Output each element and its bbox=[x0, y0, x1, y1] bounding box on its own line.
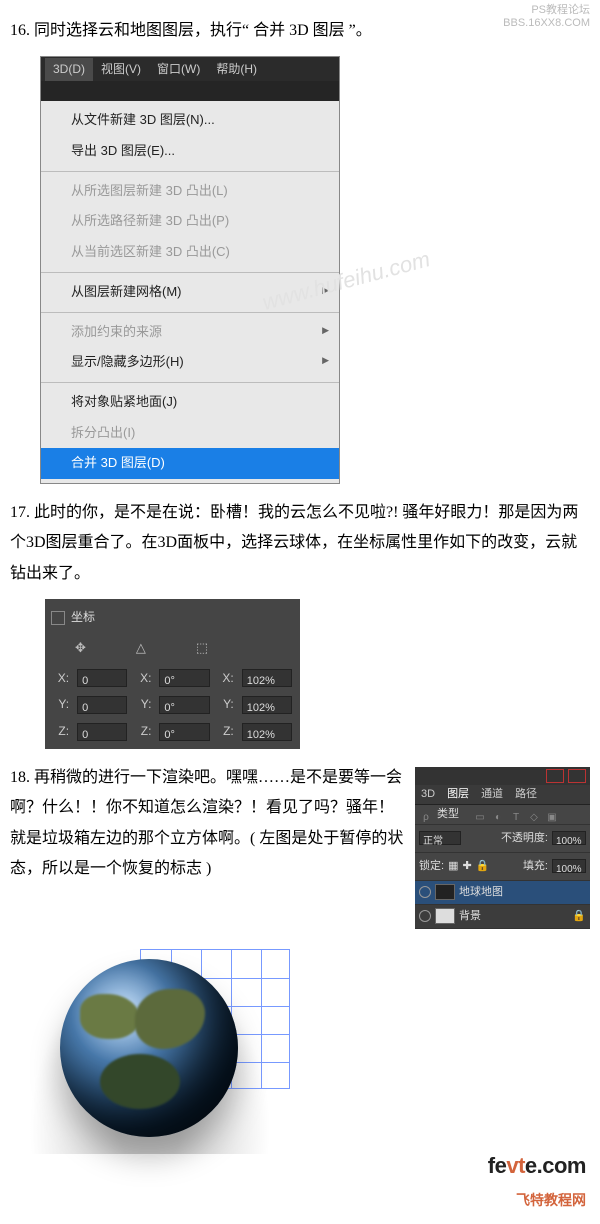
filter-adjust-icon[interactable]: ◐ bbox=[491, 808, 505, 822]
layers-panel: 3D 图层 通道 路径 ρ 类型 ▭ ◐ T ◇ ▣ 正常 不透明度: 100%… bbox=[415, 767, 590, 929]
z-label: Z: bbox=[53, 720, 69, 743]
lock-label: 锁定: bbox=[419, 856, 444, 877]
blend-row: 正常 不透明度: 100% bbox=[415, 825, 590, 853]
menu-item-export-3d[interactable]: 导出 3D 图层(E)... bbox=[41, 136, 339, 167]
coords-row-y: Y: 0 Y: 0° Y: 102% bbox=[49, 691, 296, 718]
lock-position-icon[interactable]: ✚ bbox=[462, 856, 471, 877]
menu-item-split-extrude: 拆分凸出(I) bbox=[41, 418, 339, 449]
coords-title-label: 坐标 bbox=[71, 606, 95, 629]
menu-bar-help[interactable]: 帮助(H) bbox=[208, 58, 265, 81]
earth-globe bbox=[60, 959, 238, 1137]
y-pos-field[interactable]: 0 bbox=[77, 696, 127, 714]
z-rot-label: Z: bbox=[135, 720, 151, 743]
layer-name: 地球地图 bbox=[459, 882, 503, 903]
render-icon[interactable] bbox=[546, 769, 564, 783]
tab-layers[interactable]: 图层 bbox=[441, 784, 475, 805]
eye-icon[interactable] bbox=[419, 886, 431, 898]
tab-3d[interactable]: 3D bbox=[415, 784, 441, 805]
menu-item-merge-3d-layers[interactable]: 合并 3D 图层(D) bbox=[41, 448, 339, 479]
opacity-label: 不透明度: bbox=[501, 828, 548, 849]
lock-pixels-icon[interactable]: ▦ bbox=[448, 856, 458, 877]
lock-icon: 🔒 bbox=[572, 906, 586, 927]
trash-icon[interactable] bbox=[568, 769, 586, 783]
layers-top-icons bbox=[415, 767, 590, 785]
brand-suffix: e bbox=[525, 1153, 537, 1178]
tab-paths[interactable]: 路径 bbox=[509, 784, 543, 805]
layer-name: 背景 bbox=[459, 906, 481, 927]
fill-field[interactable]: 100% bbox=[552, 859, 586, 873]
menu-item-show-hide-poly[interactable]: 显示/隐藏多边形(H) bbox=[41, 347, 339, 378]
coords-panel: 坐标 ✥ △ ⬚ X: 0 X: 0° X: 102% Y: 0 Y: 0° Y… bbox=[45, 599, 300, 749]
watermark-line2: BBS.16XX8.COM bbox=[503, 17, 590, 30]
y-scale-label: Y: bbox=[218, 693, 234, 716]
z-scale-label: Z: bbox=[218, 720, 234, 743]
layers-filter: ρ 类型 ▭ ◐ T ◇ ▣ bbox=[415, 805, 590, 825]
brand-name: fevte.com bbox=[488, 1145, 586, 1187]
watermark-line1: PS教程论坛 bbox=[503, 4, 590, 17]
menu-bar-view[interactable]: 视图(V) bbox=[93, 58, 149, 81]
coords-title: 坐标 bbox=[49, 603, 296, 632]
coords-row-z: Z: 0 Z: 0° Z: 102% bbox=[49, 718, 296, 745]
lock-all-icon[interactable]: 🔒 bbox=[476, 856, 490, 877]
x-label: X: bbox=[53, 667, 69, 690]
layer-thumb bbox=[435, 884, 455, 900]
filter-shape-icon[interactable]: ◇ bbox=[527, 808, 541, 822]
menu-body: 从文件新建 3D 图层(N)... 导出 3D 图层(E)... 从所选图层新建… bbox=[41, 101, 339, 483]
menu-item-new-from-file[interactable]: 从文件新建 3D 图层(N)... bbox=[41, 105, 339, 136]
x-scale-field[interactable]: 102% bbox=[242, 669, 292, 687]
menu-item-snap-to-ground[interactable]: 将对象贴紧地面(J) bbox=[41, 387, 339, 418]
scale-icon: ⬚ bbox=[196, 636, 208, 661]
brand-prefix: fe bbox=[488, 1153, 507, 1178]
menu-item-add-constraint: 添加约束的来源 bbox=[41, 317, 339, 348]
search-icon[interactable]: ρ bbox=[419, 808, 433, 822]
opacity-field[interactable]: 100% bbox=[552, 831, 586, 845]
coords-icon bbox=[51, 611, 65, 625]
y-rot-label: Y: bbox=[135, 693, 151, 716]
coords-header: ✥ △ ⬚ bbox=[49, 632, 296, 665]
menu-item-extrude-path: 从所选路径新建 3D 凸出(P) bbox=[41, 206, 339, 237]
footer-logo: fevte.com 飞特教程网 bbox=[488, 1145, 586, 1213]
coords-row-x: X: 0 X: 0° X: 102% bbox=[49, 665, 296, 692]
filter-type-dropdown[interactable]: 类型 bbox=[437, 804, 469, 825]
y-rot-field[interactable]: 0° bbox=[159, 696, 209, 714]
menu-screenshot: 3D(D) 视图(V) 窗口(W) 帮助(H) 从文件新建 3D 图层(N)..… bbox=[40, 56, 340, 484]
z-scale-field[interactable]: 102% bbox=[242, 723, 292, 741]
brand-tld: .com bbox=[537, 1153, 586, 1178]
menu-bar-window[interactable]: 窗口(W) bbox=[149, 58, 208, 81]
menu-item-extrude-selection: 从当前选区新建 3D 凸出(C) bbox=[41, 237, 339, 268]
layers-list: 地球地图 背景 🔒 bbox=[415, 881, 590, 929]
brand-tagline: 飞特教程网 bbox=[488, 1187, 586, 1214]
step17-text: 17. 此时的你，是不是在说：卧槽！我的云怎么不见啦?! 骚年好眼力！那是因为两… bbox=[10, 498, 590, 589]
rotate-icon: △ bbox=[136, 636, 146, 661]
z-pos-field[interactable]: 0 bbox=[77, 723, 127, 741]
z-rot-field[interactable]: 0° bbox=[159, 723, 209, 741]
filter-image-icon[interactable]: ▭ bbox=[473, 808, 487, 822]
filter-type-icon[interactable]: T bbox=[509, 808, 523, 822]
toolbar-strip bbox=[41, 81, 339, 101]
earth-image bbox=[30, 939, 290, 1154]
top-watermark: PS教程论坛 BBS.16XX8.COM bbox=[503, 4, 590, 30]
eye-icon[interactable] bbox=[419, 910, 431, 922]
x-rot-field[interactable]: 0° bbox=[159, 669, 209, 687]
brand-mid: vt bbox=[506, 1153, 525, 1178]
x-rot-label: X: bbox=[135, 667, 151, 690]
filter-smart-icon[interactable]: ▣ bbox=[545, 808, 559, 822]
y-label: Y: bbox=[53, 693, 69, 716]
menu-item-new-mesh[interactable]: 从图层新建网格(M) bbox=[41, 277, 339, 308]
layer-item-earth[interactable]: 地球地图 bbox=[415, 881, 590, 905]
menu-bar: 3D(D) 视图(V) 窗口(W) 帮助(H) bbox=[41, 57, 339, 81]
fill-label: 填充: bbox=[523, 856, 548, 877]
menu-bar-3d[interactable]: 3D(D) bbox=[45, 58, 93, 81]
layers-tabs: 3D 图层 通道 路径 bbox=[415, 785, 590, 805]
y-scale-field[interactable]: 102% bbox=[242, 696, 292, 714]
layer-thumb bbox=[435, 908, 455, 924]
x-pos-field[interactable]: 0 bbox=[77, 669, 127, 687]
move-icon: ✥ bbox=[75, 636, 86, 661]
blend-mode-dropdown[interactable]: 正常 bbox=[419, 831, 461, 845]
tab-channels[interactable]: 通道 bbox=[475, 784, 509, 805]
lock-row: 锁定: ▦ ✚ 🔒 填充: 100% bbox=[415, 853, 590, 881]
x-scale-label: X: bbox=[218, 667, 234, 690]
layer-item-background[interactable]: 背景 🔒 bbox=[415, 905, 590, 929]
menu-item-extrude-layer: 从所选图层新建 3D 凸出(L) bbox=[41, 176, 339, 207]
